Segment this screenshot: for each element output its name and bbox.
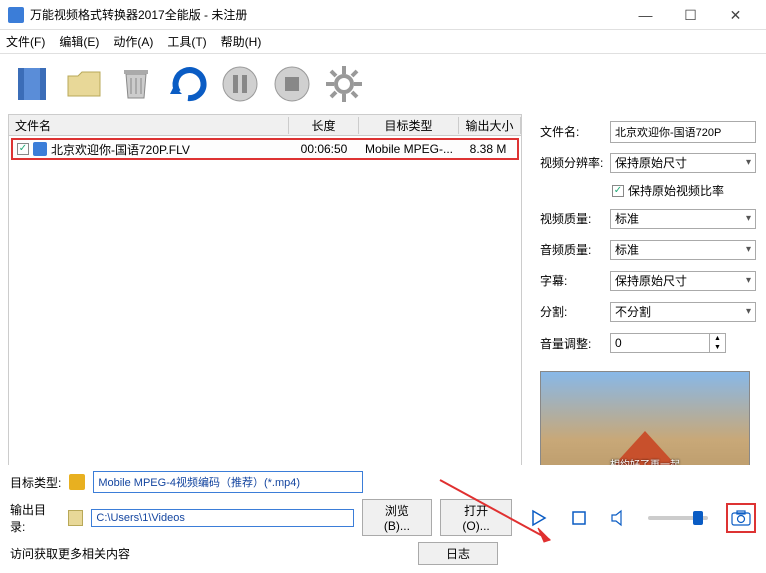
row-size: 8.38 M <box>459 142 517 156</box>
add-file-button[interactable] <box>8 60 56 108</box>
split-label: 分割: <box>540 303 610 320</box>
video-quality-label: 视频质量: <box>540 210 610 227</box>
menu-edit[interactable]: 编辑(E) <box>59 33 99 50</box>
col-target[interactable]: 目标类型 <box>359 117 459 134</box>
keep-ratio-label: 保持原始视频比率 <box>628 182 724 199</box>
menu-file[interactable]: 文件(F) <box>6 33 45 50</box>
menu-help[interactable]: 帮助(H) <box>221 33 262 50</box>
minimize-button[interactable]: — <box>623 1 668 29</box>
menu-tools[interactable]: 工具(T) <box>167 33 206 50</box>
more-link[interactable]: 访问获取更多相关内容 <box>10 545 130 562</box>
subtitle-select[interactable]: 保持原始尺寸▾ <box>610 271 756 291</box>
row-filename: 北京欢迎你-国语720P.FLV <box>51 141 190 158</box>
open-button[interactable]: 打开(O)... <box>440 499 512 536</box>
keep-ratio-checkbox[interactable]: ✓ <box>612 185 624 197</box>
titlebar: 万能视频格式转换器2017全能版 - 未注册 — ☐ ✕ <box>0 0 766 30</box>
menubar: 文件(F) 编辑(E) 动作(A) 工具(T) 帮助(H) <box>0 30 766 54</box>
table-row[interactable]: ✓ 北京欢迎你-国语720P.FLV 00:06:50 Mobile MPEG-… <box>11 138 519 160</box>
open-folder-button[interactable] <box>60 60 108 108</box>
play-button[interactable] <box>528 507 550 529</box>
volume-button[interactable] <box>608 507 630 529</box>
col-length[interactable]: 长度 <box>289 117 359 134</box>
volume-input[interactable]: 0 <box>610 333 710 353</box>
video-quality-select[interactable]: 标准▾ <box>610 209 756 229</box>
delete-button[interactable] <box>112 60 160 108</box>
targettype-label: 目标类型: <box>10 474 61 491</box>
properties-panel: 文件名:北京欢迎你-国语720P 视频分辨率:保持原始尺寸▾ ✓保持原始视频比率… <box>530 114 766 524</box>
snapshot-button[interactable] <box>730 507 752 529</box>
audio-quality-label: 音频质量: <box>540 241 610 258</box>
row-length: 00:06:50 <box>289 142 359 156</box>
row-checkbox[interactable]: ✓ <box>17 143 29 155</box>
row-target: Mobile MPEG-... <box>359 142 459 156</box>
toolbar <box>0 54 766 114</box>
folder-icon <box>68 510 84 526</box>
split-select[interactable]: 不分割▾ <box>610 302 756 322</box>
pause-button[interactable] <box>216 60 264 108</box>
convert-button[interactable] <box>164 60 212 108</box>
stop-button[interactable] <box>268 60 316 108</box>
audio-quality-select[interactable]: 标准▾ <box>610 240 756 260</box>
volume-slider[interactable] <box>648 516 708 520</box>
resolution-select[interactable]: 保持原始尺寸▾ <box>610 153 756 173</box>
subtitle-label: 字幕: <box>540 272 610 289</box>
volume-label: 音量调整: <box>540 335 610 352</box>
filename-label: 文件名: <box>540 123 610 140</box>
volume-spinner[interactable]: ▲▼ <box>710 333 726 353</box>
outdir-input[interactable]: C:\Users\1\Videos <box>91 509 353 527</box>
window-title: 万能视频格式转换器2017全能版 - 未注册 <box>30 6 623 23</box>
targettype-input[interactable]: Mobile MPEG-4视频编码（推荐）(*.mp4) <box>93 471 363 493</box>
browse-button[interactable]: 浏览(B)... <box>362 499 433 536</box>
log-button[interactable]: 日志 <box>418 542 498 565</box>
maximize-button[interactable]: ☐ <box>668 1 713 29</box>
menu-action[interactable]: 动作(A) <box>113 33 153 50</box>
col-size[interactable]: 输出大小 <box>459 117 521 134</box>
settings-button[interactable] <box>320 60 368 108</box>
file-type-icon <box>33 142 47 156</box>
format-icon <box>69 474 85 490</box>
stop-preview-button[interactable] <box>568 507 590 529</box>
close-button[interactable]: ✕ <box>713 1 758 29</box>
table-header: 文件名 长度 目标类型 输出大小 <box>8 114 522 136</box>
app-icon <box>8 7 24 23</box>
chevron-down-icon: ▾ <box>746 157 751 168</box>
col-filename[interactable]: 文件名 <box>9 117 289 134</box>
outdir-label: 输出目录: <box>10 501 60 535</box>
resolution-label: 视频分辨率: <box>540 154 610 171</box>
filename-value: 北京欢迎你-国语720P <box>610 121 756 143</box>
